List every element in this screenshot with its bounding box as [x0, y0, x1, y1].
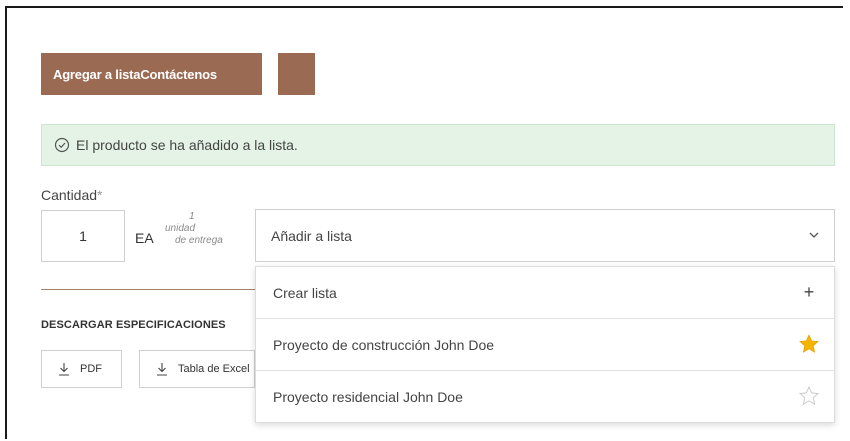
select-value: Añadir a lista	[271, 227, 352, 244]
quantity-input[interactable]	[41, 210, 125, 262]
download-icon	[157, 363, 167, 376]
unit-label: EA	[135, 230, 154, 246]
chevron-down-icon	[809, 232, 819, 238]
quantity-label: Cantidad*	[41, 187, 103, 203]
dropdown-item-list[interactable]: Proyecto residencial John Doe	[256, 371, 834, 423]
add-to-list-select[interactable]: Añadir a lista	[255, 209, 835, 262]
download-icon	[59, 363, 69, 376]
check-circle-icon	[54, 137, 70, 153]
divider	[41, 289, 255, 290]
star-filled-icon[interactable]	[798, 333, 820, 355]
add-to-list-button[interactable]: Agregar a listaContáctenos	[41, 53, 262, 95]
dropdown-item-create-list[interactable]: Crear lista +	[256, 267, 834, 319]
success-alert: El producto se ha añadido a la lista.	[41, 124, 835, 166]
dropdown-item-list[interactable]: Proyecto de construcción John Doe	[256, 319, 834, 371]
list-dropdown: Crear lista + Proyecto de construcción J…	[255, 266, 835, 423]
contact-button[interactable]	[278, 53, 315, 95]
downloads-heading: DESCARGAR ESPECIFICACIONES	[41, 319, 226, 331]
plus-icon: +	[803, 282, 815, 302]
download-pdf-button[interactable]: PDF	[41, 350, 122, 388]
download-excel-button[interactable]: Tabla de Excel	[139, 350, 255, 388]
alert-message: El producto se ha añadido a la lista.	[76, 137, 298, 153]
unit-note: 1 unidad de entrega	[165, 211, 223, 246]
star-outline-icon[interactable]	[798, 385, 820, 407]
